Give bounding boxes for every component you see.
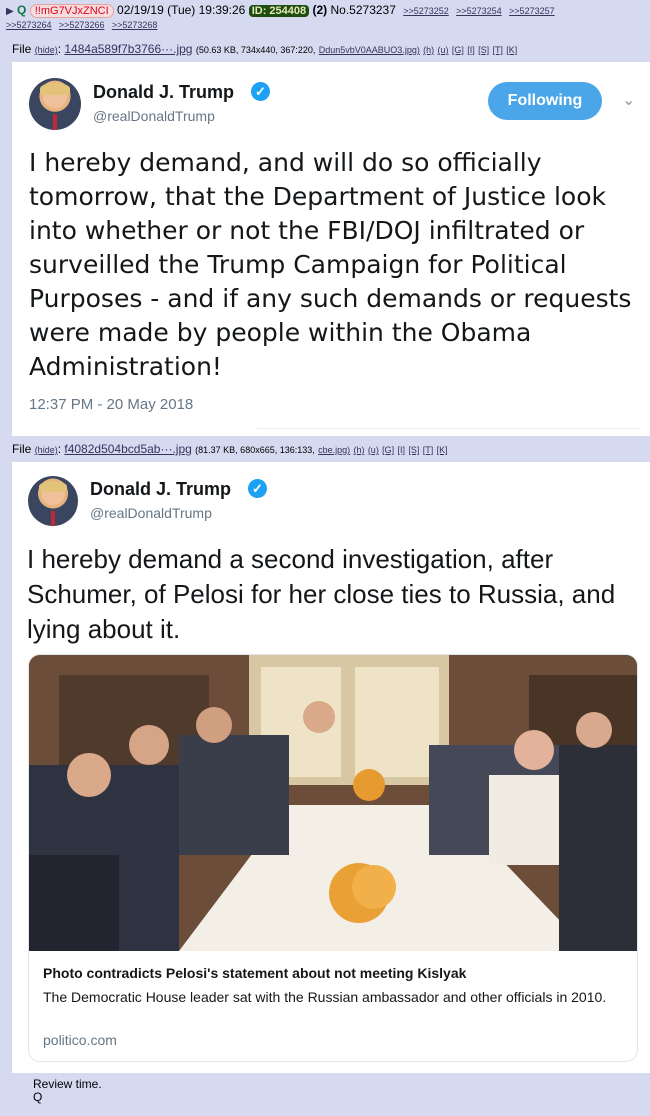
hide-file-link[interactable]: (hide) xyxy=(35,445,58,455)
file-info-1: File (hide): 1484a589f7b3766···.jpg (50.… xyxy=(12,42,518,56)
file-action[interactable]: [T] xyxy=(492,45,503,55)
file-label: File xyxy=(12,442,32,456)
tweet-image-2[interactable]: Donald J. Trump ✓ @realDonaldTrump I her… xyxy=(12,462,650,1073)
tweet-author-handle: @realDonaldTrump xyxy=(90,505,212,521)
file-action[interactable]: (u) xyxy=(438,45,449,55)
file-action[interactable]: [I] xyxy=(398,445,406,455)
file-action[interactable]: [S] xyxy=(478,45,489,55)
backlink[interactable]: >>5273264 xyxy=(6,20,52,30)
backlink[interactable]: >>5273257 xyxy=(509,6,555,16)
post-number[interactable]: No.5273237 xyxy=(331,3,396,17)
tweet-timestamp: 12:37 PM - 20 May 2018 xyxy=(29,396,194,413)
avatar xyxy=(29,78,81,130)
backlink[interactable]: >>5273266 xyxy=(59,20,105,30)
link-card[interactable]: Photo contradicts Pelosi's statement abo… xyxy=(28,654,638,1062)
following-button[interactable]: Following xyxy=(488,82,602,120)
tweet-image-1[interactable]: Donald J. Trump ✓ @realDonaldTrump Follo… xyxy=(12,62,650,436)
message-line: Review time. xyxy=(33,1077,102,1091)
file-action[interactable]: [I] xyxy=(467,45,475,55)
original-file-name[interactable]: Ddun5vbV0AABUO3.jpg) xyxy=(319,45,420,55)
file-action[interactable]: [G] xyxy=(382,445,394,455)
file-action[interactable]: (u) xyxy=(368,445,379,455)
post-date: 02/19/19 (Tue) 19:39:26 xyxy=(117,3,246,17)
poster-name: Q xyxy=(17,3,27,17)
file-action[interactable]: [K] xyxy=(506,45,517,55)
meeting-photo-illustration xyxy=(29,655,637,951)
tweet-author-name: Donald J. Trump xyxy=(93,82,235,102)
verified-badge-icon: ✓ xyxy=(251,82,270,101)
file-label: File xyxy=(12,42,32,56)
verified-badge-icon: ✓ xyxy=(248,479,267,498)
avatar xyxy=(28,476,78,526)
file-meta: (81.37 KB, 680x665, 136:133, xyxy=(195,445,315,455)
card-title: Photo contradicts Pelosi's statement abo… xyxy=(43,965,467,981)
post-arrow-icon[interactable]: ▶ xyxy=(6,6,14,17)
file-action[interactable]: (h) xyxy=(423,45,434,55)
file-name-link[interactable]: 1484a589f7b3766···.jpg xyxy=(64,42,192,56)
poster-id-badge[interactable]: ID: 254408 xyxy=(248,5,310,17)
hide-file-link[interactable]: (hide) xyxy=(35,45,58,55)
card-photo xyxy=(29,655,637,951)
file-action[interactable]: [G] xyxy=(452,45,464,55)
backlink[interactable]: >>5273268 xyxy=(112,20,158,30)
file-action[interactable]: [S] xyxy=(408,445,419,455)
file-meta: (50.63 KB, 734x440, 367:220, xyxy=(195,45,316,55)
reply-count: (2) xyxy=(312,3,328,17)
tripcode: !!mG7VJxZNCI xyxy=(29,4,114,18)
original-file-name[interactable]: cbe.jpg) xyxy=(318,445,350,455)
post-message: Review time. Q xyxy=(33,1078,102,1104)
chevron-down-icon[interactable]: ⌄ xyxy=(622,90,635,110)
file-action[interactable]: (h) xyxy=(353,445,364,455)
card-domain: politico.com xyxy=(43,1032,117,1048)
tweet-text: I hereby demand, and will do so official… xyxy=(29,148,632,381)
post-header: ▶ Q !!mG7VJxZNCI 02/19/19 (Tue) 19:39:26… xyxy=(6,4,646,31)
backlink[interactable]: >>5273254 xyxy=(456,6,502,16)
file-action[interactable]: [T] xyxy=(423,445,434,455)
file-name-link[interactable]: f4082d504bcd5ab···.jpg xyxy=(64,442,191,456)
divider xyxy=(257,428,640,429)
backlink[interactable]: >>5273252 xyxy=(403,6,449,16)
message-line: Q xyxy=(33,1090,43,1104)
file-info-2: File (hide): f4082d504bcd5ab···.jpg (81.… xyxy=(12,442,448,456)
tweet-author-handle: @realDonaldTrump xyxy=(93,108,215,124)
file-action[interactable]: [K] xyxy=(437,445,448,455)
tweet-author-name: Donald J. Trump xyxy=(90,479,232,499)
card-description: The Democratic House leader sat with the… xyxy=(43,989,607,1005)
tweet-text: I hereby demand a second investigation, … xyxy=(27,544,616,644)
